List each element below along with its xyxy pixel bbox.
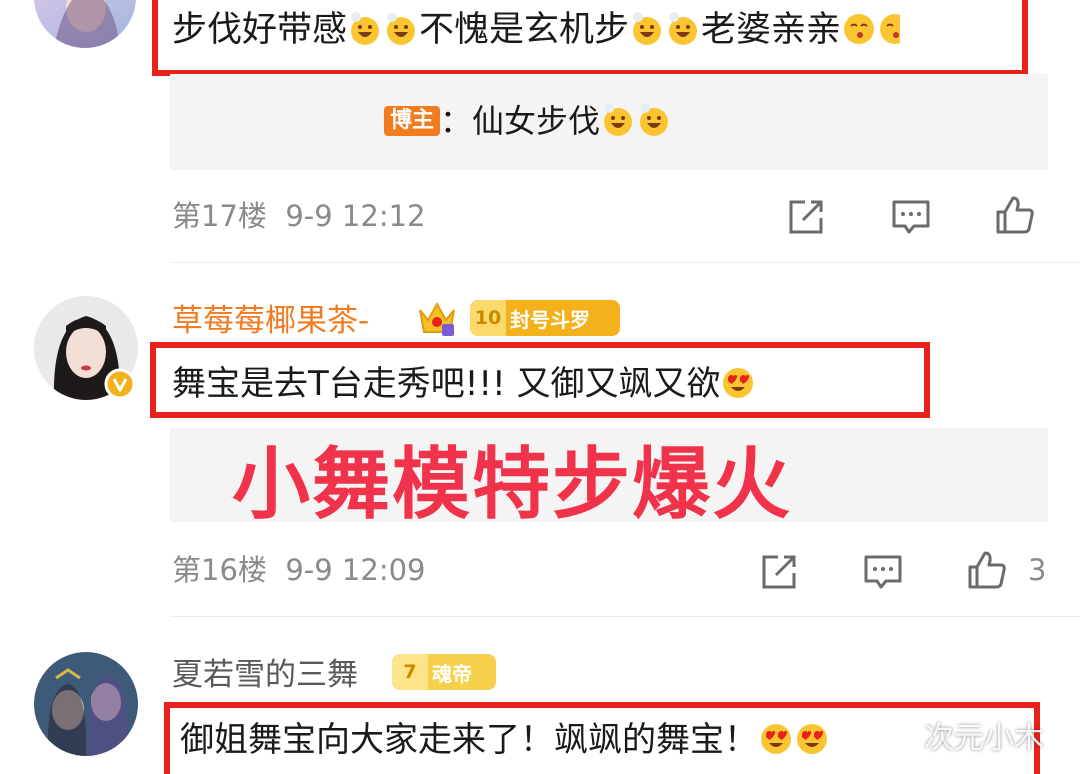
comment-text: 步伐好带感 不愧是玄机步 老婆亲亲 xyxy=(172,12,901,48)
comment-icon[interactable] xyxy=(890,196,932,238)
like-count: 3 xyxy=(1028,553,1047,587)
watermark: 次元小木 xyxy=(924,721,1044,756)
commenter-avatar[interactable] xyxy=(34,0,136,48)
share-icon[interactable] xyxy=(758,551,800,593)
smile-emoji-icon xyxy=(637,103,671,137)
crown-icon xyxy=(416,296,458,338)
like-icon[interactable] xyxy=(966,549,1008,591)
badge-level: 10 xyxy=(470,300,506,336)
username[interactable]: 夏若雪的三舞 xyxy=(172,660,358,691)
smile-emoji-icon xyxy=(630,12,664,46)
comment-meta: 第16楼 9-9 12:09 xyxy=(172,556,426,585)
kiss-emoji-icon xyxy=(842,12,876,46)
smile-emoji-icon xyxy=(348,12,382,46)
fan-badge[interactable]: 10 封号斗罗 xyxy=(470,300,620,336)
smile-emoji-icon xyxy=(384,12,418,46)
reply-content: 博主 ：仙女步伐 xyxy=(384,103,672,137)
verified-icon xyxy=(104,368,136,400)
comment-text: 御姐舞宝向大家走来了！飒飒的舞宝！ xyxy=(180,722,830,757)
kiss-emoji-icon xyxy=(878,12,901,46)
smile-emoji-icon xyxy=(601,103,635,137)
comment-meta: 第17楼 9-9 12:12 xyxy=(172,202,426,231)
comment-text: 舞宝是去T台走秀吧!!! 又御又飒又欲 xyxy=(172,366,756,401)
like-icon[interactable] xyxy=(994,194,1036,236)
commenter-avatar[interactable] xyxy=(34,652,138,756)
comment-divider xyxy=(170,262,1080,263)
comment-icon[interactable] xyxy=(862,551,904,593)
floor-number: 第17楼 xyxy=(172,199,267,233)
comment-divider xyxy=(170,616,1080,617)
heart-eyes-emoji-icon xyxy=(795,722,829,756)
floor-number: 第16楼 xyxy=(172,553,267,587)
username[interactable]: 草莓莓椰果茶- xyxy=(172,306,369,337)
timestamp: 9-9 12:09 xyxy=(285,553,426,587)
timestamp: 9-9 12:12 xyxy=(285,199,426,233)
badge-title: 魂帝 xyxy=(432,661,472,686)
smile-emoji-icon xyxy=(666,12,700,46)
overlay-title: 小舞模特步爆火 xyxy=(232,440,793,530)
heart-eyes-emoji-icon xyxy=(721,366,755,400)
badge-level: 7 xyxy=(392,654,428,690)
blogger-tag: 博主 xyxy=(384,106,441,136)
heart-eyes-emoji-icon xyxy=(759,722,793,756)
badge-title: 封号斗罗 xyxy=(510,307,590,332)
share-icon[interactable] xyxy=(785,196,827,238)
fan-badge[interactable]: 7 魂帝 xyxy=(392,654,496,690)
